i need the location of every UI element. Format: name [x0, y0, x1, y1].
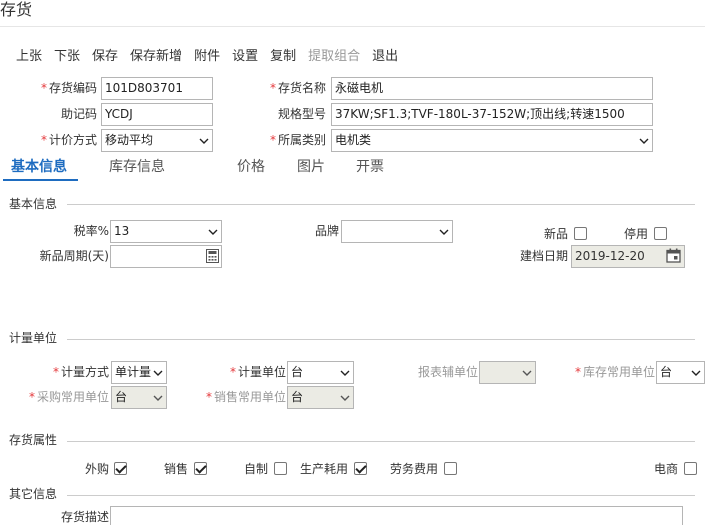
brand-select[interactable] — [341, 220, 453, 243]
pricing-label: * 计价方式 — [40, 133, 97, 147]
attr-self-made-label: 自制 — [244, 462, 269, 476]
purchase-unit-select[interactable]: 台 — [111, 386, 167, 409]
extract-combination-button[interactable]: 提取组合 — [308, 48, 360, 66]
report-unit-label: 报表辅单位 — [417, 365, 478, 379]
category-label: * 所属类别 — [269, 133, 326, 147]
units-section-title: 计量单位 — [9, 331, 58, 345]
chevron-down-icon — [340, 370, 350, 376]
purchase-unit-label: * 采购常用单位 — [28, 390, 109, 404]
prev-record-button[interactable]: 上张 — [16, 48, 42, 66]
chevron-down-icon — [522, 370, 532, 376]
spec-label: 规格型号 — [277, 107, 326, 121]
chevron-down-icon — [208, 229, 218, 235]
basic-section-title: 基本信息 — [9, 197, 58, 211]
attr-ecommerce-checkbox[interactable] — [684, 462, 697, 475]
tax-select[interactable]: 13 — [110, 220, 222, 243]
chevron-down-icon — [340, 395, 350, 401]
name-label: * 存货名称 — [269, 81, 326, 95]
new-product-checkbox[interactable] — [574, 227, 587, 240]
save-and-new-button[interactable]: 保存新增 — [130, 48, 182, 66]
brand-label: 品牌 — [314, 224, 339, 238]
attrs-section-divider — [67, 441, 695, 442]
tab-stock-info[interactable]: 库存信息 — [109, 156, 165, 178]
title-divider — [0, 26, 705, 27]
unit-select[interactable]: 台 — [287, 361, 354, 384]
tab-basic-info[interactable]: 基本信息 — [11, 156, 67, 178]
unit-method-label: * 计量方式 — [52, 365, 109, 379]
sales-unit-value: 台 — [291, 390, 304, 404]
code-input[interactable]: 101D803701 — [101, 77, 213, 100]
attr-purchased-label: 外购 — [85, 462, 110, 476]
attachment-button[interactable]: 附件 — [194, 48, 220, 66]
sales-unit-select[interactable]: 台 — [287, 386, 354, 409]
unit-label: * 计量单位 — [229, 365, 286, 379]
mnemonic-label: 助记码 — [60, 107, 97, 121]
unit-select-value: 台 — [291, 365, 304, 379]
attr-self-made-checkbox[interactable] — [274, 462, 287, 475]
tax-select-value: 13 — [114, 224, 130, 238]
code-label: * 存货编码 — [40, 81, 97, 95]
attr-production-label: 生产耗用 — [300, 462, 349, 476]
sales-unit-label: * 销售常用单位 — [205, 390, 286, 404]
active-tab-indicator — [3, 179, 78, 181]
page-title: 存货 — [0, 0, 33, 19]
disabled-label: 停用 — [624, 227, 649, 241]
units-section-divider — [67, 339, 695, 340]
next-record-button[interactable]: 下张 — [54, 48, 80, 66]
attr-labor-label: 劳务费用 — [390, 462, 439, 476]
tab-images[interactable]: 图片 — [297, 156, 325, 178]
attr-sales-checkbox[interactable] — [194, 462, 207, 475]
stock-unit-label: * 库存常用单位 — [574, 365, 655, 379]
tab-price[interactable]: 价格 — [237, 156, 265, 178]
new-period-label: 新品周期(天) — [39, 249, 109, 263]
attr-production-checkbox[interactable] — [354, 462, 367, 475]
pricing-select[interactable]: 移动平均 — [101, 129, 213, 152]
attrs-section-title: 存货属性 — [9, 433, 58, 447]
other-section-title: 其它信息 — [9, 487, 58, 501]
chevron-down-icon — [691, 370, 701, 376]
chevron-down-icon — [153, 395, 163, 401]
name-input[interactable]: 永磁电机 — [331, 77, 653, 100]
settings-button[interactable]: 设置 — [232, 48, 258, 66]
desc-textarea[interactable] — [110, 506, 683, 525]
attr-ecommerce-label: 电商 — [654, 462, 679, 476]
attr-labor-checkbox[interactable] — [444, 462, 457, 475]
report-unit-select[interactable] — [479, 361, 536, 384]
attr-purchased-checkbox[interactable] — [114, 462, 127, 475]
stock-unit-value: 台 — [660, 365, 673, 379]
spec-input[interactable]: 37KW;SF1.3;TVF-180L-37-152W;顶出线;转速1500 — [331, 103, 653, 126]
chevron-down-icon — [199, 138, 209, 144]
category-select-value: 电机类 — [335, 133, 372, 147]
unit-method-select[interactable]: 单计量 — [111, 361, 167, 384]
tax-label: 税率% — [73, 224, 109, 238]
created-date-label: 建档日期 — [519, 249, 568, 263]
purchase-unit-value: 台 — [115, 390, 128, 404]
new-product-label: 新品 — [544, 227, 569, 241]
tab-invoice[interactable]: 开票 — [356, 156, 384, 178]
mnemonic-input[interactable]: YCDJ — [101, 103, 213, 126]
stock-unit-select[interactable]: 台 — [656, 361, 705, 384]
toolbar: 上张 下张 保存 保存新增 附件 设置 复制 提取组合 退出 — [16, 48, 410, 66]
attr-sales-label: 销售 — [164, 462, 189, 476]
exit-button[interactable]: 退出 — [372, 48, 398, 66]
other-section-divider — [67, 495, 695, 496]
category-select[interactable]: 电机类 — [331, 129, 653, 152]
chevron-down-icon — [639, 138, 649, 144]
unit-method-value: 单计量 — [115, 365, 152, 379]
calendar-icon[interactable] — [666, 248, 681, 263]
save-button[interactable]: 保存 — [92, 48, 118, 66]
disabled-checkbox[interactable] — [654, 227, 667, 240]
chevron-down-icon — [153, 370, 163, 376]
pricing-select-value: 移动平均 — [105, 133, 154, 147]
copy-button[interactable]: 复制 — [270, 48, 296, 66]
basic-section-divider — [67, 204, 695, 205]
desc-label: 存货描述 — [60, 510, 109, 524]
calculator-icon[interactable] — [206, 249, 219, 263]
chevron-down-icon — [439, 229, 449, 235]
